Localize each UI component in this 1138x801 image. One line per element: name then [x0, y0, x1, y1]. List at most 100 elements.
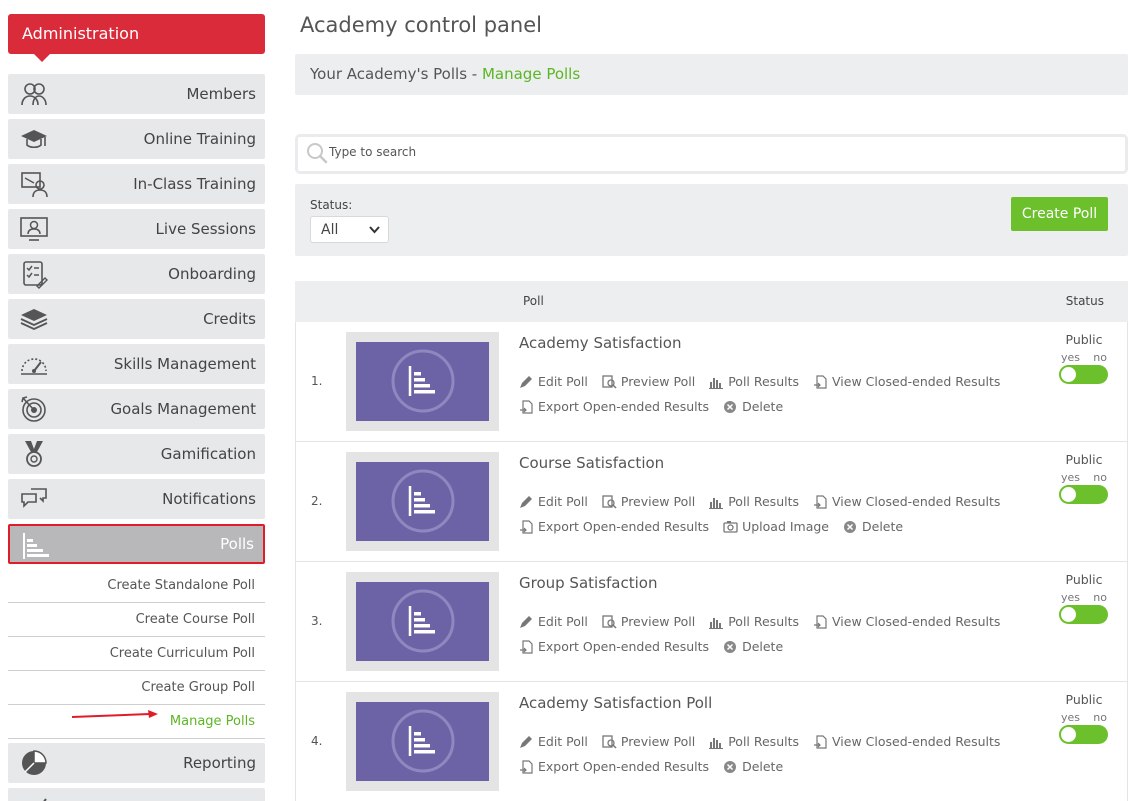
yes-label: yes — [1061, 351, 1081, 364]
public-toggle[interactable] — [1059, 365, 1108, 384]
status-filter-value: All — [321, 222, 339, 238]
sidebar-item-in-class-training[interactable]: In-Class Training — [8, 164, 265, 204]
public-toggle[interactable] — [1059, 725, 1108, 744]
sidebar-item-polls[interactable]: Polls — [8, 524, 265, 564]
bar-chart-icon — [709, 615, 724, 629]
poll-title[interactable]: Course Satisfaction — [519, 454, 664, 472]
public-toggle[interactable] — [1059, 605, 1108, 624]
search-input[interactable] — [329, 145, 929, 159]
breadcrumb-manage-polls-link[interactable]: Manage Polls — [482, 65, 580, 83]
poll-thumbnail-image — [356, 702, 489, 781]
action-label: Preview Poll — [620, 494, 696, 509]
preview-poll-link[interactable]: Preview Poll — [602, 734, 695, 749]
sidebar-item-members[interactable]: Members — [8, 74, 265, 114]
poll-thumbnail[interactable] — [346, 452, 499, 551]
poll-bars-icon — [391, 469, 455, 533]
edit-poll-link[interactable]: Edit Poll — [519, 734, 588, 749]
sidebar-item-reporting[interactable]: Reporting — [8, 743, 265, 783]
delete-link[interactable]: Delete — [843, 519, 903, 534]
poll-actions-line: Export Open-ended Results Upload Image Del… — [519, 514, 1039, 539]
export-open-ended-results-link[interactable]: Export Open-ended Results — [519, 639, 709, 654]
preview-icon — [602, 614, 617, 629]
status-filter-label: Status: — [310, 198, 353, 212]
admin-menu: Members Online Training In-Class Training L… — [8, 74, 265, 801]
preview-poll-link[interactable]: Preview Poll — [602, 374, 695, 389]
target-icon — [8, 389, 60, 429]
submenu-item-create-group-poll[interactable]: Create Group Poll — [8, 671, 265, 705]
poll-results-link[interactable]: Poll Results — [709, 374, 799, 389]
sidebar-item-gamification[interactable]: Gamification — [8, 434, 265, 474]
poll-title[interactable]: Academy Satisfaction Poll — [519, 694, 712, 712]
delete-link[interactable]: Delete — [723, 399, 783, 414]
export-file-icon — [813, 374, 828, 389]
sidebar-item-notifications[interactable]: Notifications — [8, 479, 265, 519]
edit-poll-link[interactable]: Edit Poll — [519, 494, 588, 509]
row-number: 3. — [311, 614, 323, 628]
poll-results-link[interactable]: Poll Results — [709, 734, 799, 749]
poll-thumbnail-image — [356, 582, 489, 661]
export-open-ended-results-link[interactable]: Export Open-ended Results — [519, 519, 709, 534]
submenu-item-create-standalone-poll[interactable]: Create Standalone Poll — [8, 569, 265, 603]
delete-link[interactable]: Delete — [723, 639, 783, 654]
search-icon — [306, 142, 328, 168]
poll-thumbnail[interactable] — [346, 572, 499, 671]
edit-icon — [519, 495, 534, 509]
edit-poll-link[interactable]: Edit Poll — [519, 614, 588, 629]
yes-no-labels: yes no — [1059, 471, 1109, 484]
members-icon — [8, 74, 60, 114]
delete-link[interactable]: Delete — [723, 759, 783, 774]
public-status: Public yes no — [1059, 452, 1109, 504]
table-row: 4. Academy Satisfaction Poll Edit Poll Prev… — [295, 682, 1128, 801]
poll-results-link[interactable]: Poll Results — [709, 614, 799, 629]
sidebar-item-credits[interactable]: Credits — [8, 299, 265, 339]
view-closed-ended-results-link[interactable]: View Closed-ended Results — [813, 374, 1000, 389]
submenu-item-create-course-poll[interactable]: Create Course Poll — [8, 603, 265, 637]
view-closed-ended-results-link[interactable]: View Closed-ended Results — [813, 614, 1000, 629]
row-number: 2. — [311, 494, 323, 508]
sidebar-item-onboarding[interactable]: Onboarding — [8, 254, 265, 294]
preview-poll-link[interactable]: Preview Poll — [602, 494, 695, 509]
view-closed-ended-results-link[interactable]: View Closed-ended Results — [813, 494, 1000, 509]
poll-bars-icon — [391, 709, 455, 773]
sidebar-item-online-training[interactable]: Online Training — [8, 119, 265, 159]
sidebar-item-skills-management[interactable]: Skills Management — [8, 344, 265, 384]
poll-results-link[interactable]: Poll Results — [709, 494, 799, 509]
poll-bars-icon — [391, 349, 455, 413]
poll-thumbnail[interactable] — [346, 692, 499, 791]
admin-header[interactable]: Administration — [8, 14, 265, 62]
upload-image-icon — [723, 520, 738, 534]
upload-image-link[interactable]: Upload Image — [723, 519, 829, 534]
sidebar-item-goals-management[interactable]: Goals Management — [8, 389, 265, 429]
chevron-down-icon — [369, 222, 380, 239]
status-filter-select[interactable]: All — [310, 216, 389, 243]
poll-bars-icon — [391, 589, 455, 653]
public-label: Public — [1065, 452, 1103, 467]
poll-title[interactable]: Academy Satisfaction — [519, 334, 681, 352]
yes-no-labels: yes no — [1059, 351, 1109, 364]
action-label: Edit Poll — [538, 494, 588, 509]
poll-actions-line: Export Open-ended Results Delete — [519, 394, 1039, 419]
edit-poll-link[interactable]: Edit Poll — [519, 374, 588, 389]
public-toggle[interactable] — [1059, 485, 1108, 504]
export-file-icon — [519, 639, 534, 654]
view-closed-ended-results-link[interactable]: View Closed-ended Results — [813, 734, 1000, 749]
poll-title[interactable]: Group Satisfaction — [519, 574, 657, 592]
column-header-poll: Poll — [523, 294, 544, 308]
trend-icon — [8, 788, 60, 801]
poll-actions: Edit Poll Preview Poll Poll Results View Cl… — [519, 369, 1039, 419]
export-file-icon — [813, 614, 828, 629]
sidebar-item-label: In-Class Training — [133, 175, 256, 193]
submenu-item-create-curriculum-poll[interactable]: Create Curriculum Poll — [8, 637, 265, 671]
export-open-ended-results-link[interactable]: Export Open-ended Results — [519, 759, 709, 774]
sidebar-item-live-sessions[interactable]: Live Sessions — [8, 209, 265, 249]
export-file-icon — [813, 494, 828, 509]
sidebar-item-business-insights[interactable]: Business Insights — [8, 788, 265, 801]
public-status: Public yes no — [1059, 572, 1109, 624]
action-label: View Closed-ended Results — [832, 614, 1001, 629]
poll-thumbnail[interactable] — [346, 332, 499, 431]
create-poll-button[interactable]: Create Poll — [1011, 197, 1108, 231]
chat-bubbles-icon — [8, 479, 60, 519]
export-open-ended-results-link[interactable]: Export Open-ended Results — [519, 399, 709, 414]
poll-actions-line: Export Open-ended Results Delete — [519, 754, 1039, 779]
preview-poll-link[interactable]: Preview Poll — [602, 614, 695, 629]
